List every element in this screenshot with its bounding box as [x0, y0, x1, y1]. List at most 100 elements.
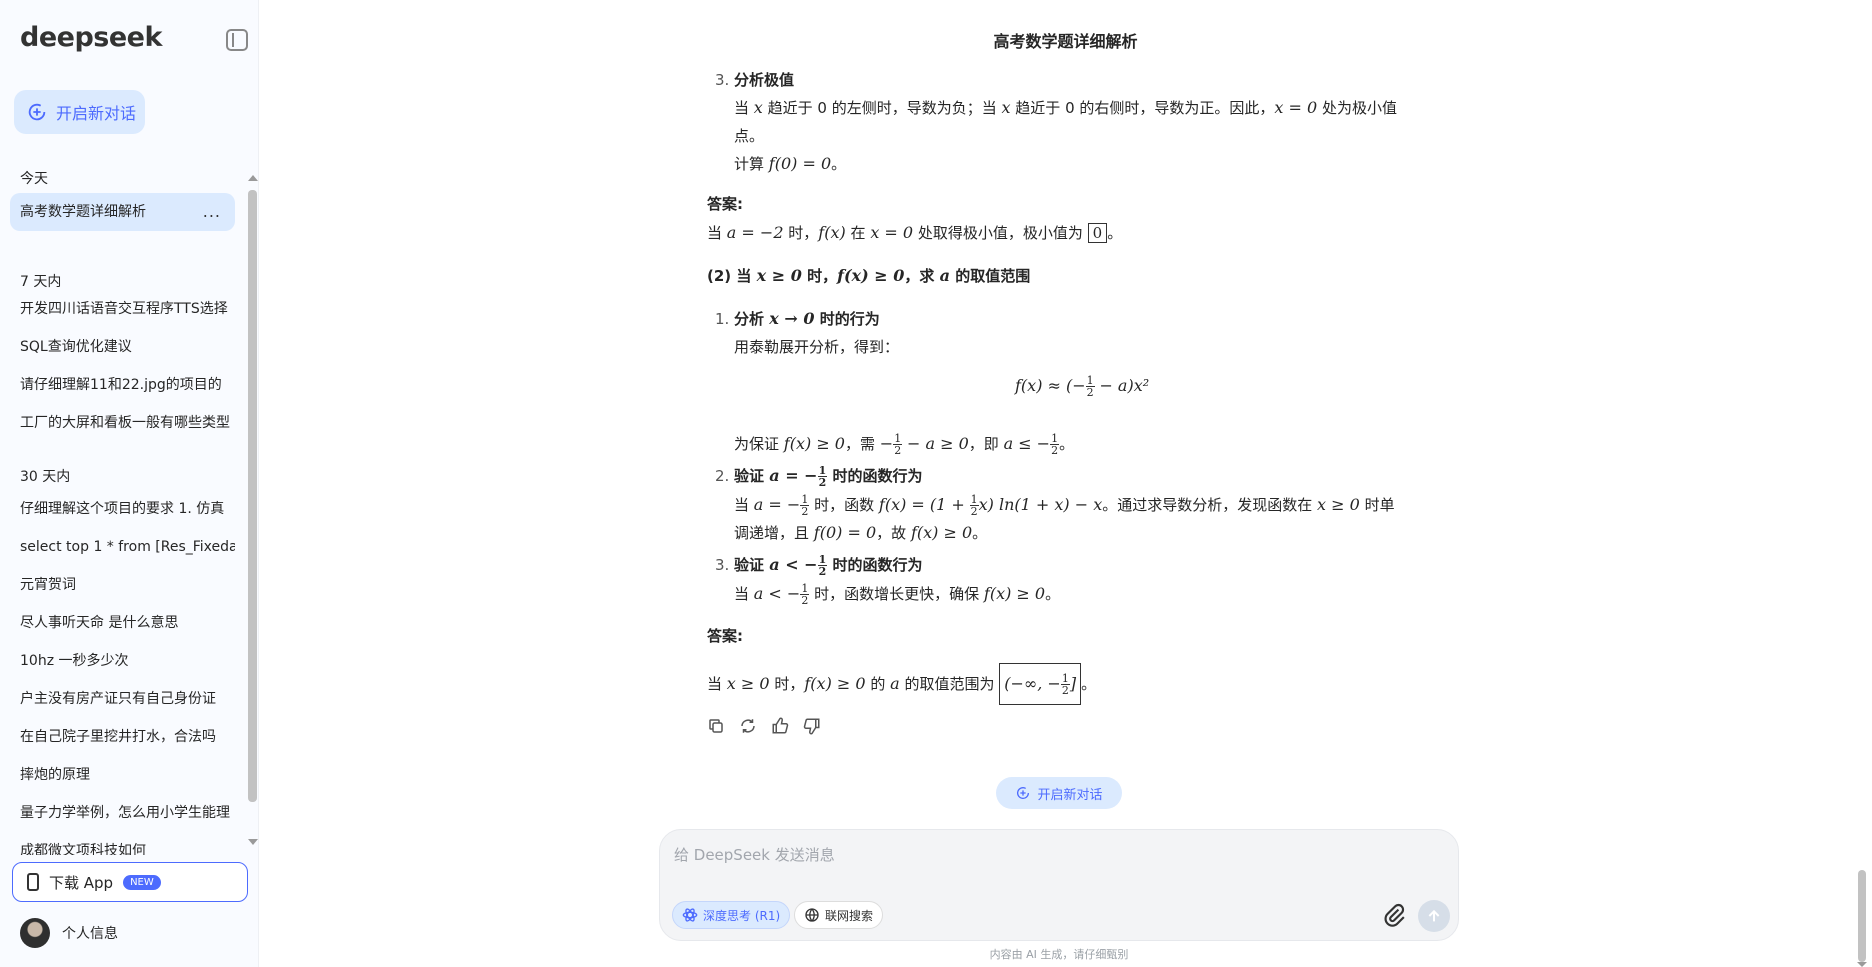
history-item-label: 在自己院子里挖井打水，合法吗 [20, 729, 216, 745]
history-item[interactable]: 仔细理解这个项目的要求 1. 仿真 [10, 490, 235, 528]
sidebar-scrollbar[interactable] [247, 175, 258, 845]
history-item[interactable]: 尽人事听天命 是什么意思 [10, 604, 235, 642]
history-item-label: 高考数学题详细解析 [20, 204, 146, 220]
send-button[interactable] [1418, 900, 1450, 932]
new-chat-pill-label: 开启新对话 [1037, 787, 1103, 803]
download-app-label: 下载 App [49, 873, 114, 892]
step-title: 分析极值 [734, 71, 795, 89]
new-chat-button[interactable]: 开启新对话 [14, 90, 145, 134]
step-title: 验证 a = −1 2 时的函数行为 [734, 464, 923, 489]
answer-line: 当 x ≥ 0 时，f(x) ≥ 0 的 a 的取值范围为 (−∞, −1 2]。 [707, 663, 1096, 705]
message-actions [707, 717, 821, 735]
group-label-7days: 7 天内 [20, 274, 62, 290]
history-item-label: 成都微文项科技如何 [20, 843, 146, 855]
history-item[interactable]: 开发四川话语音交互程序TTS选择 [10, 290, 235, 328]
avatar [20, 918, 50, 948]
list-number: 1. [715, 310, 730, 328]
page-scroll-down-arrow-icon[interactable] [1857, 962, 1867, 967]
list-number: 3. [715, 556, 730, 574]
answer-line: 当 a = −2 时，f(x) 在 x = 0 处取得极小值，极小值为 0。 [707, 223, 1123, 243]
group-label-30days: 30 天内 [20, 469, 71, 485]
history-item-label: 请仔细理解11和22.jpg的项目的 [20, 377, 222, 393]
new-chat-icon [28, 103, 46, 121]
deep-think-label: 深度思考 (R1) [703, 908, 781, 923]
step-title: 验证 a < −1 2 时的函数行为 [734, 553, 923, 578]
history-item-label: 工厂的大屏和看板一般有哪些类型 [20, 415, 230, 431]
history-item[interactable]: 请仔细理解11和22.jpg的项目的 [10, 366, 235, 404]
group-label-today: 今天 [20, 171, 48, 187]
thumbs-down-icon[interactable] [803, 717, 821, 735]
new-chat-icon [1017, 787, 1030, 799]
list-number: 2. [715, 467, 730, 485]
more-options-icon[interactable]: ... [203, 193, 221, 231]
chat-history: 今天 高考数学题详细解析 ... 7 天内 开发四川话语音交互程序TTS选择 S… [0, 160, 245, 855]
history-item-active[interactable]: 高考数学题详细解析 ... [10, 193, 235, 231]
scroll-thumb[interactable] [248, 190, 257, 802]
history-item-label: 元宵贺词 [20, 577, 76, 593]
globe-icon [805, 908, 819, 922]
history-item-label: 摔炮的原理 [20, 767, 90, 783]
history-item-label: 量子力学举例，怎么用小学生能理 [20, 805, 230, 821]
thumbs-up-icon[interactable] [771, 717, 789, 735]
answer-box: 0 [1087, 223, 1108, 243]
list-number: 3. [715, 71, 730, 89]
copy-icon[interactable] [707, 717, 725, 735]
regenerate-icon[interactable] [739, 717, 757, 735]
text-line: 当 a = −1 2 时，函数 f(x) = (1 + 1 2 x) ln(1 + x… [734, 493, 1395, 518]
profile-label: 个人信息 [62, 926, 118, 942]
history-item[interactable]: 成都微文项科技如何 [10, 832, 235, 855]
web-search-label: 联网搜索 [825, 908, 874, 923]
history-item[interactable]: 在自己院子里挖井打水，合法吗 [10, 718, 235, 756]
history-item-label: 户主没有房产证只有自己身份证 [20, 691, 216, 707]
display-formula: f(x) ≈ (− 1 2 − a)x² [1015, 374, 1150, 399]
answer-label: 答案: [707, 627, 743, 645]
history-item-label: select top 1 * from [Res_Fixeda [20, 539, 235, 555]
text-line: 点。 [734, 127, 765, 145]
history-item-label: 仔细理解这个项目的要求 1. 仿真 [20, 501, 225, 517]
text-line: 为保证 f(x) ≥ 0，需 −1 2 − a ≥ 0，即 a ≤ −1 2。 [734, 432, 1075, 457]
page-scroll-thumb[interactable] [1858, 870, 1866, 962]
message-composer[interactable]: 给 DeepSeek 发送消息 深度思考 (R1) 联网搜索 [659, 829, 1459, 941]
history-item[interactable]: select top 1 * from [Res_Fixeda [10, 528, 235, 566]
step-title: 分析 x → 0 时的行为 [734, 309, 880, 328]
deep-think-toggle[interactable]: 深度思考 (R1) [672, 901, 791, 929]
sidebar: deepseek 开启新对话 今天 高考数学题详细解析 ... 7 天内 开发四… [0, 0, 259, 967]
phone-icon [27, 873, 39, 891]
ai-disclaimer: 内容由 AI 生成，请仔细甄别 [989, 948, 1129, 961]
web-search-toggle[interactable]: 联网搜索 [794, 901, 884, 929]
history-item-label: SQL查询优化建议 [20, 339, 132, 355]
text-line: 计算 f(0) = 0。 [734, 154, 847, 173]
text-line: 调递增，且 f(0) = 0，故 f(x) ≥ 0。 [734, 523, 988, 542]
answer-label: 答案: [707, 195, 743, 213]
profile-button[interactable]: 个人信息 [20, 918, 118, 948]
page-title: 高考数学题详细解析 [993, 32, 1138, 51]
deepseek-logo: deepseek [20, 22, 162, 53]
history-item[interactable]: 工厂的大屏和看板一般有哪些类型 [10, 404, 235, 442]
message-input[interactable]: 给 DeepSeek 发送消息 [674, 844, 835, 865]
text-line: 用泰勒展开分析，得到： [734, 338, 900, 356]
history-item[interactable]: 户主没有房产证只有自己身份证 [10, 680, 235, 718]
arrow-up-icon [1428, 909, 1440, 922]
history-item[interactable]: 元宵贺词 [10, 566, 235, 604]
attach-icon[interactable] [1380, 902, 1406, 928]
scroll-down-arrow-icon[interactable] [248, 839, 258, 845]
new-chat-label: 开启新对话 [56, 104, 137, 123]
collapse-sidebar-icon[interactable] [226, 29, 248, 51]
history-item-label: 10hz 一秒多少次 [20, 653, 129, 669]
history-item[interactable]: 10hz 一秒多少次 [10, 642, 235, 680]
history-item-label: 开发四川话语音交互程序TTS选择 [20, 301, 228, 317]
answer-box: (−∞, −1 2] [999, 663, 1082, 705]
history-item-label: 尽人事听天命 是什么意思 [20, 615, 179, 631]
history-item[interactable]: 量子力学举例，怎么用小学生能理 [10, 794, 235, 832]
new-chat-pill-button[interactable]: 开启新对话 [996, 777, 1122, 809]
logo-row: deepseek [20, 22, 248, 58]
section-heading: (2) 当 x ≥ 0 时，f(x) ≥ 0，求 a 的取值范围 [707, 266, 1031, 285]
new-badge: NEW [123, 874, 161, 890]
download-app-button[interactable]: 下载 App NEW [12, 862, 248, 902]
scroll-up-arrow-icon[interactable] [248, 175, 258, 181]
atom-icon [682, 908, 698, 922]
text-line: 当 a < −1 2 时，函数增长更快，确保 f(x) ≥ 0。 [734, 582, 1061, 607]
text-line: 当 x 趋近于 0 的左侧时，导数为负；当 x 趋近于 0 的右侧时，导数为正。… [734, 98, 1397, 117]
history-item[interactable]: SQL查询优化建议 [10, 328, 235, 366]
history-item[interactable]: 摔炮的原理 [10, 756, 235, 794]
